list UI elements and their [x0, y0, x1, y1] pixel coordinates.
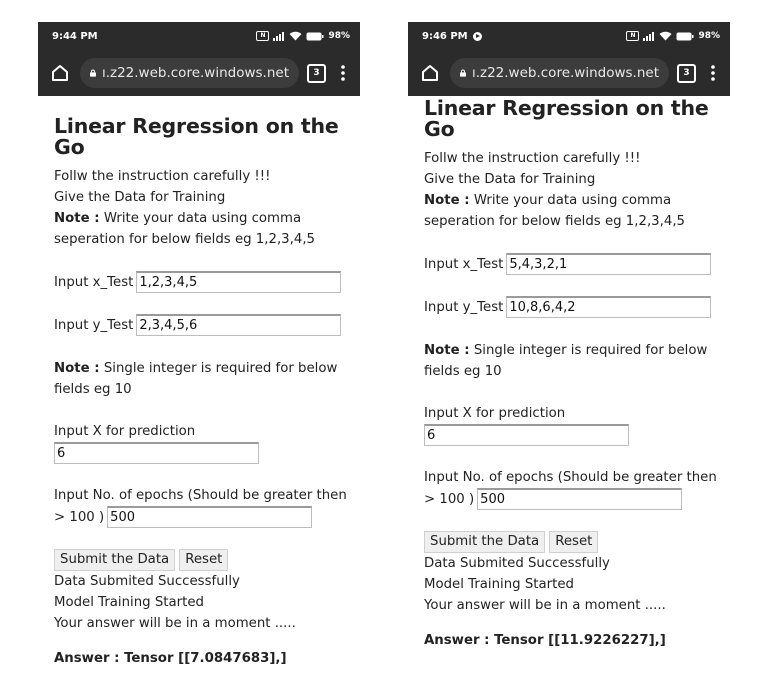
prediction-input[interactable] [54, 442, 259, 464]
reset-button[interactable]: Reset [549, 531, 599, 553]
answer-value: Answer : Tensor [[7.0847683],] [54, 651, 287, 666]
status-message: Data Submited Successfully [424, 556, 610, 571]
y-test-row: Input y_Test [424, 296, 730, 318]
browser-toolbar: ı.z22.web.core.windows.net 3 [408, 50, 730, 96]
status-message: Your answer will be in a moment ..... [54, 616, 296, 631]
lock-icon [90, 69, 96, 77]
tab-switcher-icon[interactable]: 3 [307, 63, 326, 83]
submit-button[interactable]: Submit the Data [54, 549, 176, 571]
x-test-label: Input x_Test [54, 274, 134, 290]
note-text: fields eg 10 [54, 382, 132, 397]
epochs-label: > 100 ) [54, 509, 105, 525]
note-paragraph: Note : Single integer is required for be… [424, 340, 730, 361]
instruction-line: Give the Data for Training [424, 172, 596, 187]
tab-switcher-icon[interactable]: 3 [677, 63, 696, 83]
battery-icon [306, 32, 324, 40]
y-test-row: Input y_Test [54, 314, 360, 336]
note-text: Write your data using comma [473, 193, 672, 208]
battery-icon [676, 32, 694, 40]
signal-icon [273, 31, 285, 41]
browser-toolbar: ı.z22.web.core.windows.net 3 [38, 50, 360, 96]
y-test-label: Input y_Test [54, 317, 134, 333]
status-message: Your answer will be in a moment ..... [424, 598, 666, 613]
nfc-icon: N [626, 31, 640, 41]
status-message: Model Training Started [424, 577, 574, 592]
note-paragraph: Note : Write your data using comma [424, 190, 730, 211]
answer-value: Answer : Tensor [[11.9226227],] [424, 633, 666, 648]
status-message: Data Submited Successfully [54, 574, 240, 589]
home-icon[interactable] [48, 61, 72, 85]
note-text: Write your data using comma [103, 211, 302, 226]
submit-button[interactable]: Submit the Data [424, 531, 546, 553]
address-bar[interactable]: ı.z22.web.core.windows.net [450, 58, 669, 88]
x-test-row: Input x_Test [424, 253, 730, 275]
clock: 9:44 PM [52, 30, 98, 42]
overflow-menu-icon[interactable] [334, 61, 352, 85]
reset-button[interactable]: Reset [179, 549, 229, 571]
status-bar: 9:46 PM N 98% [408, 22, 730, 50]
x-test-input[interactable] [136, 271, 342, 293]
address-bar[interactable]: ı.z22.web.core.windows.net [80, 58, 299, 88]
epochs-label: Input No. of epochs (Should be greater t… [424, 470, 717, 485]
prediction-input[interactable] [424, 424, 629, 446]
note-text: Single integer is required for below [103, 361, 338, 376]
y-test-input[interactable] [136, 314, 342, 336]
instruction-line: Give the Data for Training [54, 190, 226, 205]
note-label: Note : [424, 193, 470, 208]
epochs-input[interactable] [477, 488, 683, 510]
page-title: Linear Regression on the Go [424, 96, 709, 141]
form-buttons: Submit the Data Reset [424, 531, 730, 553]
page-content: Linear Regression on the Go Follw the in… [38, 96, 360, 669]
phone-screenshot-left: 9:44 PM N 98% ı.z22.web.core.windows.net… [38, 22, 360, 669]
navigation-icon [472, 31, 482, 41]
phone-screenshot-right: 9:46 PM N 98% ı.z22.web.core.windows.net… [408, 22, 730, 651]
note-paragraph: Note : Write your data using comma [54, 208, 360, 229]
prediction-label: Input X for prediction [54, 424, 196, 439]
instruction-line: Follw the instruction carefully !!! [424, 151, 641, 166]
epochs-row: > 100 ) [424, 488, 730, 510]
status-bar: 9:44 PM N 98% [38, 22, 360, 50]
page-title: Linear Regression on the Go [54, 114, 339, 159]
note-label: Note : [54, 361, 100, 376]
epochs-row: > 100 ) [54, 506, 360, 528]
epochs-label: > 100 ) [424, 491, 475, 507]
url-text: ı.z22.web.core.windows.net [471, 65, 659, 81]
x-test-row: Input x_Test [54, 271, 360, 293]
prediction-label: Input X for prediction [424, 406, 566, 421]
note-text: seperation for below fields eg 1,2,3,4,5 [424, 214, 686, 229]
note-text: fields eg 10 [424, 364, 502, 379]
status-message: Model Training Started [54, 595, 204, 610]
wifi-icon [659, 31, 672, 41]
note-label: Note : [424, 343, 470, 358]
overflow-menu-icon[interactable] [704, 61, 722, 85]
epochs-label: Input No. of epochs (Should be greater t… [54, 488, 347, 503]
x-test-label: Input x_Test [424, 256, 504, 272]
battery-percent: 98% [698, 31, 720, 41]
clock: 9:46 PM [422, 30, 468, 42]
home-icon[interactable] [418, 61, 442, 85]
answer-text: Answer : Tensor [[7.0847683],] [54, 648, 360, 669]
y-test-label: Input y_Test [424, 299, 504, 315]
url-text: ı.z22.web.core.windows.net [101, 65, 289, 81]
note-label: Note : [54, 211, 100, 226]
lock-icon [460, 69, 466, 77]
y-test-input[interactable] [506, 296, 712, 318]
note-text: seperation for below fields eg 1,2,3,4,5 [54, 232, 316, 247]
signal-icon [643, 31, 655, 41]
wifi-icon [289, 31, 302, 41]
answer-text: Answer : Tensor [[11.9226227],] [424, 630, 730, 651]
page-content: Linear Regression on the Go Follw the in… [408, 96, 730, 651]
epochs-input[interactable] [107, 506, 313, 528]
note-paragraph: Note : Single integer is required for be… [54, 358, 360, 379]
note-text: Single integer is required for below [473, 343, 708, 358]
battery-percent: 98% [328, 31, 350, 41]
instruction-line: Follw the instruction carefully !!! [54, 169, 271, 184]
nfc-icon: N [256, 31, 270, 41]
x-test-input[interactable] [506, 253, 712, 275]
form-buttons: Submit the Data Reset [54, 549, 360, 571]
